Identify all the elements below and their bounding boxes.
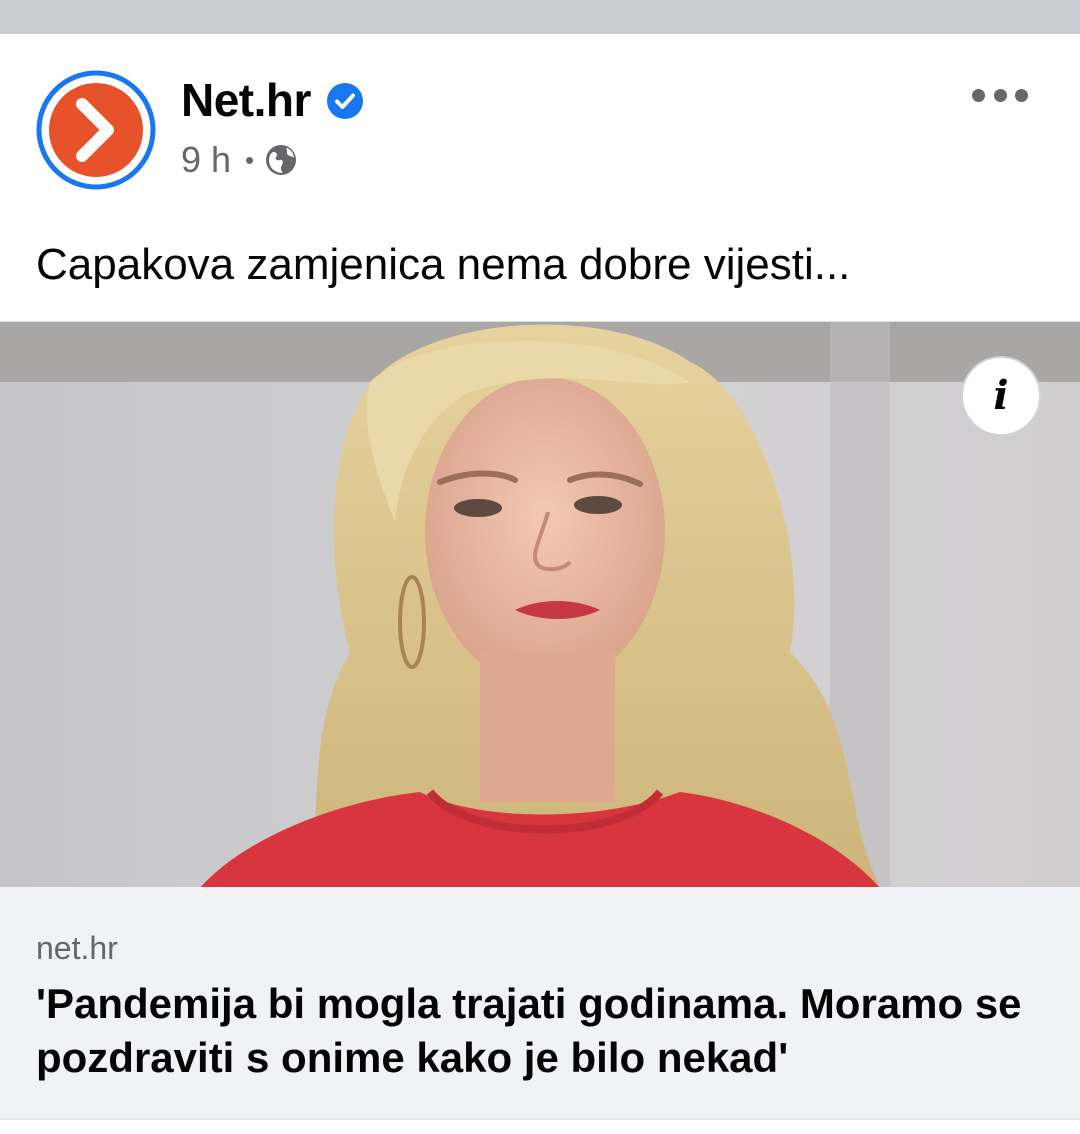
- globe-icon: [266, 145, 297, 175]
- link-domain: net.hr: [36, 930, 118, 966]
- feed-post: Net.hr 9 h • Capakova zamjenica nema dob…: [0, 34, 1080, 1134]
- more-dot: [972, 88, 985, 102]
- feed-background-strip: [0, 0, 1080, 34]
- verified-badge-icon: [327, 83, 363, 119]
- info-icon: i: [993, 372, 1009, 419]
- link-preview[interactable]: net.hr 'Pandemija bi mogla trajati godin…: [0, 887, 1080, 1120]
- image-info-button[interactable]: i: [961, 356, 1041, 436]
- more-dot: [993, 88, 1007, 102]
- link-headline[interactable]: 'Pandemija bi mogla trajati godinama. Mo…: [36, 977, 1046, 1085]
- post-timestamp[interactable]: 9 h: [181, 140, 231, 180]
- more-options-button[interactable]: [972, 82, 1028, 108]
- page-avatar[interactable]: [36, 70, 156, 190]
- meta-separator: •: [245, 145, 255, 175]
- page-name-link[interactable]: Net.hr: [181, 74, 311, 126]
- post-meta: 9 h •: [181, 140, 298, 180]
- news-photo: [0, 322, 1080, 888]
- more-dot: [1015, 88, 1028, 102]
- post-image[interactable]: [0, 321, 1080, 888]
- post-caption: Capakova zamjenica nema dobre vijesti...: [36, 240, 851, 289]
